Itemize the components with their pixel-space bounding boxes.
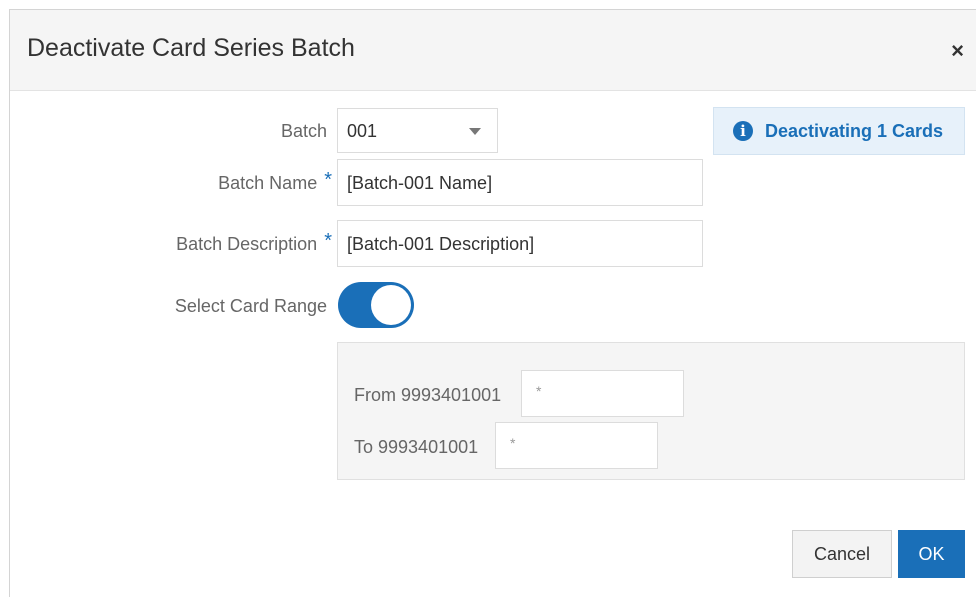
batch-name-label-text: Batch Name: [218, 173, 318, 193]
toggle-knob: [371, 285, 411, 325]
to-label: To 9993401001: [354, 437, 479, 457]
batch-description-label-text: Batch Description: [176, 234, 318, 254]
batch-description-field[interactable]: [Batch-001 Description]: [337, 220, 703, 267]
batch-name-field[interactable]: [Batch-001 Name]: [337, 159, 703, 206]
to-input[interactable]: *: [495, 422, 658, 469]
batch-description-label: Batch Description *: [70, 230, 332, 256]
batch-name-label: Batch Name *: [110, 169, 332, 195]
info-banner: i Deactivating 1 Cards: [713, 107, 965, 155]
from-input[interactable]: *: [521, 370, 684, 417]
required-marker: *: [324, 230, 332, 252]
deactivate-batch-dialog: Deactivate Card Series Batch × Batch 001…: [9, 9, 976, 597]
info-banner-text: Deactivating 1 Cards: [765, 121, 944, 141]
close-icon[interactable]: ×: [951, 40, 964, 62]
select-card-range-toggle[interactable]: [338, 282, 414, 328]
required-marker: *: [324, 169, 332, 191]
info-circle-icon: i: [733, 121, 753, 141]
card-range-panel: From 9993401001 * To 9993401001 *: [337, 342, 965, 480]
ok-button[interactable]: OK: [898, 530, 965, 578]
cancel-button[interactable]: Cancel: [792, 530, 892, 578]
dialog-header: Deactivate Card Series Batch ×: [10, 10, 976, 91]
batch-label: Batch: [280, 121, 327, 141]
select-card-range-label: Select Card Range: [174, 296, 327, 316]
chevron-down-icon: [469, 128, 481, 135]
dialog-title: Deactivate Card Series Batch: [27, 34, 355, 62]
from-label: From 9993401001: [354, 385, 502, 405]
batch-select[interactable]: 001: [337, 108, 498, 153]
batch-select-value: 001: [347, 121, 378, 141]
